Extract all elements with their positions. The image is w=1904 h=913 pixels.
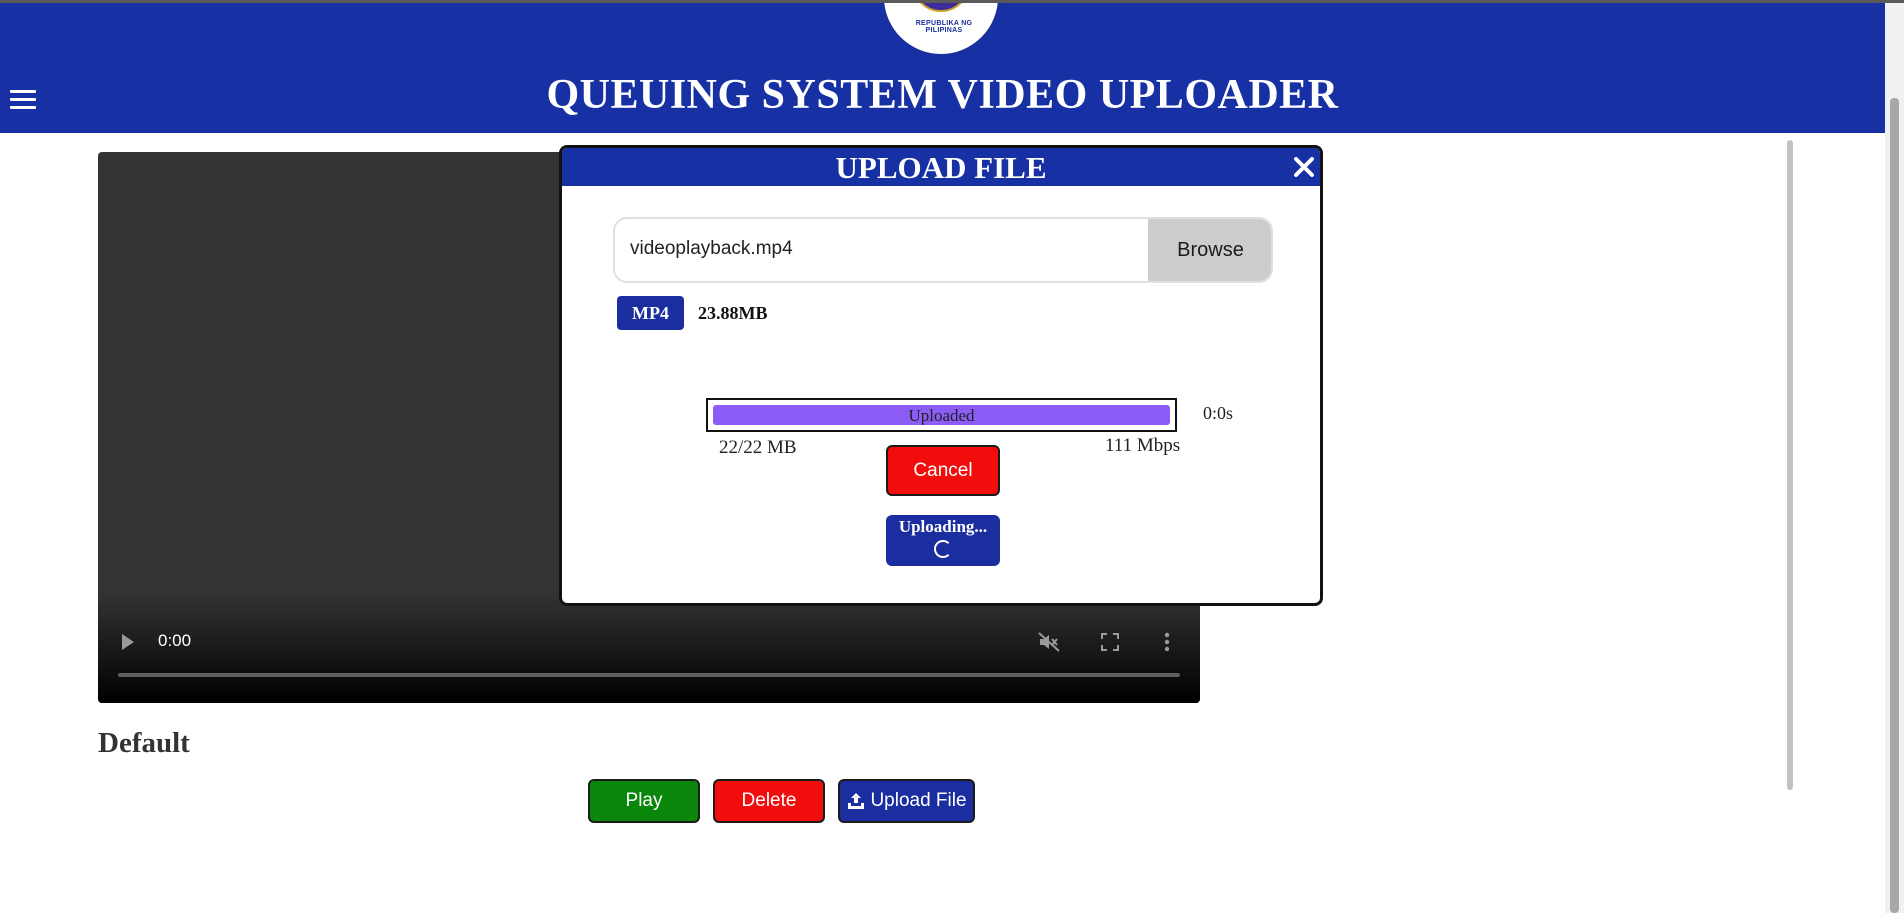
video-controls-gradient [98,593,1200,703]
seal-logo: REPUBLIKA NG PILIPINAS [878,3,1004,58]
upload-transferred: 22/22 MB [719,437,797,458]
uploading-button[interactable]: Uploading... [886,515,1000,566]
uploading-label: Uploading... [898,517,988,536]
loading-spinner-icon [934,540,952,558]
file-size: 23.88MB [698,303,768,323]
upload-file-button[interactable]: Upload File [838,779,975,823]
selected-file-name[interactable]: videoplayback.mp4 [630,238,793,260]
app-header: REPUBLIKA NG PILIPINAS QUEUING SYSTEM VI… [0,3,1885,133]
seal-outer: REPUBLIKA NG PILIPINAS [881,3,1001,57]
video-seek-bar[interactable] [118,673,1180,677]
window-scrollbar[interactable] [1885,3,1904,913]
play-icon[interactable] [122,634,134,650]
upload-file-label: Upload File [870,790,967,811]
seal-text: REPUBLIKA NG PILIPINAS [915,20,973,34]
page-title: QUEUING SYSTEM VIDEO UPLOADER [546,72,1339,118]
video-current-time: 0:00 [158,631,192,650]
fullscreen-icon[interactable] [1101,633,1119,651]
upload-elapsed-time: 0:0s [1203,403,1234,423]
content-scrollbar[interactable] [1787,140,1793,790]
modal-title: UPLOAD FILE [835,150,1047,185]
upload-progress-label: Uploaded [908,406,975,425]
upload-file-modal: UPLOAD FILE videoplayback.mp4 Browse MP4… [559,145,1323,606]
close-icon[interactable] [1291,154,1317,180]
file-picker[interactable]: videoplayback.mp4 Browse [613,217,1273,283]
more-options-icon[interactable] [1164,632,1170,652]
window-scrollbar-thumb[interactable] [1890,98,1899,913]
browse-button[interactable]: Browse [1148,219,1271,281]
upload-icon [848,793,865,809]
play-button[interactable]: Play [588,779,700,823]
cancel-upload-button[interactable]: Cancel [886,445,1000,496]
file-type-badge: MP4 [617,296,684,330]
upload-speed: 111 Mbps [1105,435,1181,456]
modal-header: UPLOAD FILE [562,148,1320,186]
seal-emblem [912,3,970,12]
upload-progress-bar: Uploaded [706,398,1177,432]
playlist-name: Default [98,727,190,759]
delete-button[interactable]: Delete [713,779,825,823]
muted-volume-icon[interactable] [1038,632,1060,652]
